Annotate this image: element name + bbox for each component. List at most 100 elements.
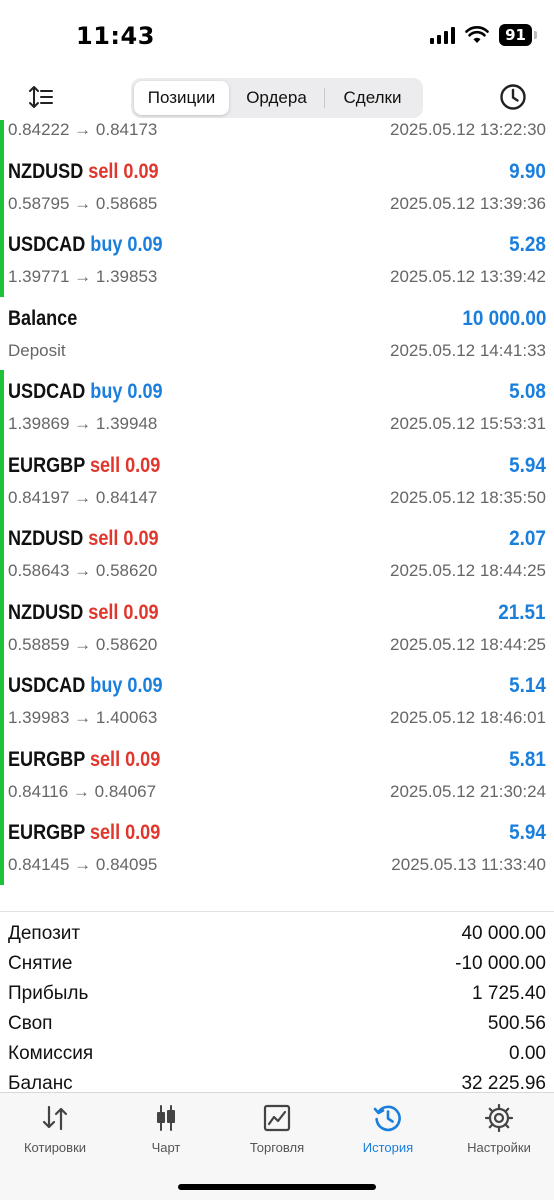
deal-time: 2025.05.12 14:41:33 (390, 340, 546, 360)
deal-row[interactable]: EURGBP sell 0.09 5.94 0.84145 → 0.84095 202… (0, 811, 554, 885)
deal-prices: Deposit (8, 340, 66, 360)
deal-side: sell (88, 527, 119, 550)
deal-time: 2025.05.12 15:53:31 (390, 414, 546, 433)
deal-profit: 5.81 (509, 747, 546, 771)
deal-symbol: USDCAD (8, 380, 86, 403)
deal-list-content: EURGBP sell 0.09 5.81 0.84222 → 0.84173 202… (0, 120, 554, 885)
deal-accent-bar (0, 590, 4, 664)
status-icons: 91 (430, 24, 537, 46)
deal-title: USDCAD buy 0.09 (8, 233, 163, 257)
deal-prices: 0.84145 → 0.84095 (8, 855, 158, 874)
deal-prices: 0.84197 → 0.84147 (8, 487, 158, 507)
clock-icon[interactable] (498, 82, 528, 112)
deal-row[interactable]: NZDUSD sell 0.09 2.07 0.58643 → 0.58620 202… (0, 517, 554, 591)
deal-symbol: NZDUSD (8, 527, 84, 550)
deal-accent-bar (0, 811, 4, 885)
deal-side: sell (89, 747, 121, 771)
deal-volume: 0.09 (125, 747, 161, 771)
deal-profit: 5.14 (509, 674, 546, 697)
summary-label: Баланс (8, 1073, 73, 1092)
deal-symbol: EURGBP (8, 747, 85, 771)
deal-list[interactable]: EURGBP sell 0.09 5.81 0.84222 → 0.84173 202… (0, 120, 554, 912)
deal-volume: 0.09 (123, 527, 159, 550)
deal-row[interactable]: EURGBP sell 0.09 5.81 0.84116 → 0.84067 202… (0, 737, 554, 811)
deal-profit: 9.90 (509, 159, 546, 183)
tab-history[interactable]: История (333, 1103, 443, 1155)
tab-trade[interactable]: Торговля (222, 1103, 332, 1155)
summary-value: 32 225.96 (461, 1073, 546, 1092)
summary-value: -10 000.00 (455, 953, 546, 974)
deal-profit: 21.51 (498, 600, 546, 624)
tab-history-label: История (362, 1140, 414, 1155)
deal-row[interactable]: USDCAD buy 0.09 5.14 1.39983 → 1.40063 2025… (0, 664, 554, 738)
deal-accent-bar (0, 223, 4, 297)
cellular-signal-icon (430, 26, 456, 44)
settings-icon (484, 1103, 514, 1133)
bottom-tab-bar: Котировки Чарт Торговля История Настройк… (0, 1092, 554, 1200)
deal-row[interactable]: USDCAD buy 0.09 5.08 1.39869 → 1.39948 2025… (0, 370, 554, 444)
deal-row[interactable]: USDCAD buy 0.09 5.28 1.39771 → 1.39853 2025… (0, 223, 554, 297)
deal-symbol: NZDUSD (8, 600, 84, 624)
summary-row: Своп 500.56 (0, 1010, 554, 1040)
deal-prices: 0.58795 → 0.58685 (8, 193, 158, 213)
deal-profit: 5.08 (509, 380, 546, 403)
summary-value: 500.56 (487, 1013, 546, 1034)
wifi-icon (465, 26, 489, 43)
deal-time: 2025.05.12 18:44:25 (390, 634, 546, 654)
deal-profit: 5.28 (509, 233, 546, 256)
deal-profit: 10 000.00 (461, 306, 546, 330)
deal-title: Balance (8, 307, 77, 331)
deal-side: buy (90, 380, 123, 403)
deal-profit: 5.94 (509, 453, 546, 477)
deal-volume: 0.09 (127, 674, 163, 697)
deal-prices: 0.84116 → 0.84067 (8, 781, 157, 801)
deal-prices: 0.58643 → 0.58620 (8, 561, 158, 580)
summary-row: Депозит 40 000.00 (0, 920, 554, 950)
deal-symbol: Balance (8, 306, 78, 330)
top-toolbar: Позиции Ордера Сделки (0, 76, 554, 120)
deal-prices: 1.39771 → 1.39853 (8, 267, 158, 286)
deal-row[interactable]: NZDUSD sell 0.09 9.90 0.58795 → 0.58685 202… (0, 149, 554, 223)
deal-row[interactable]: EURGBP sell 0.09 5.94 0.84197 → 0.84147 202… (0, 443, 554, 517)
deal-time: 2025.05.12 13:39:36 (390, 193, 546, 213)
deal-time: 2025.05.12 18:35:50 (390, 487, 546, 507)
deal-side: sell (88, 159, 119, 183)
tab-orders[interactable]: Ордера (229, 81, 324, 115)
segmented-control: Позиции Ордера Сделки (131, 78, 423, 118)
summary-row: Комиссия 0.00 (0, 1040, 554, 1070)
summary-label: Прибыль (8, 983, 89, 1004)
deal-symbol: USDCAD (8, 233, 86, 256)
home-indicator (178, 1184, 376, 1190)
tab-quotes-label: Котировки (23, 1140, 87, 1155)
deal-accent-bar (0, 443, 4, 517)
deal-title: USDCAD buy 0.09 (8, 674, 163, 698)
deal-volume: 0.09 (125, 821, 161, 844)
deal-symbol: EURGBP (8, 453, 85, 477)
deal-profit: 2.07 (509, 527, 546, 550)
tab-positions[interactable]: Позиции (134, 81, 229, 115)
tab-chart[interactable]: Чарт (111, 1103, 221, 1155)
summary-label: Снятие (8, 953, 73, 974)
balance-row[interactable]: Balance 10 000.00 Deposit 2025.05.12 14:41:… (0, 297, 554, 371)
tab-deals[interactable]: Сделки (325, 81, 420, 115)
deal-prices: 0.58859 → 0.58620 (8, 634, 158, 654)
deal-volume: 0.09 (123, 600, 159, 624)
tab-quotes[interactable]: Котировки (0, 1103, 110, 1155)
tab-settings[interactable]: Настройки (444, 1103, 554, 1155)
deal-symbol: EURGBP (8, 821, 85, 844)
deal-prices: 1.39869 → 1.39948 (8, 414, 158, 433)
status-bar: 11:43 91 (0, 0, 554, 76)
deal-title: NZDUSD sell 0.09 (8, 160, 159, 184)
tab-settings-label: Настройки (467, 1140, 531, 1155)
sort-icon[interactable] (26, 82, 56, 112)
summary-row: Прибыль 1 725.40 (0, 980, 554, 1010)
summary-label: Своп (8, 1013, 53, 1034)
history-icon (373, 1105, 401, 1132)
trade-icon (263, 1104, 291, 1132)
deal-prices: 1.39983 → 1.40063 (8, 708, 158, 727)
deal-row[interactable]: EURGBP sell 0.095.810.84222 → 0.84173202… (0, 120, 554, 150)
deal-row[interactable]: NZDUSD sell 0.09 21.51 0.58859 → 0.58620 20… (0, 590, 554, 664)
deal-title: NZDUSD sell 0.09 (8, 527, 159, 551)
deal-time: 2025.05.12 13:22:30 (390, 120, 546, 139)
deal-prices: 0.84222 → 0.84173 (8, 120, 158, 139)
